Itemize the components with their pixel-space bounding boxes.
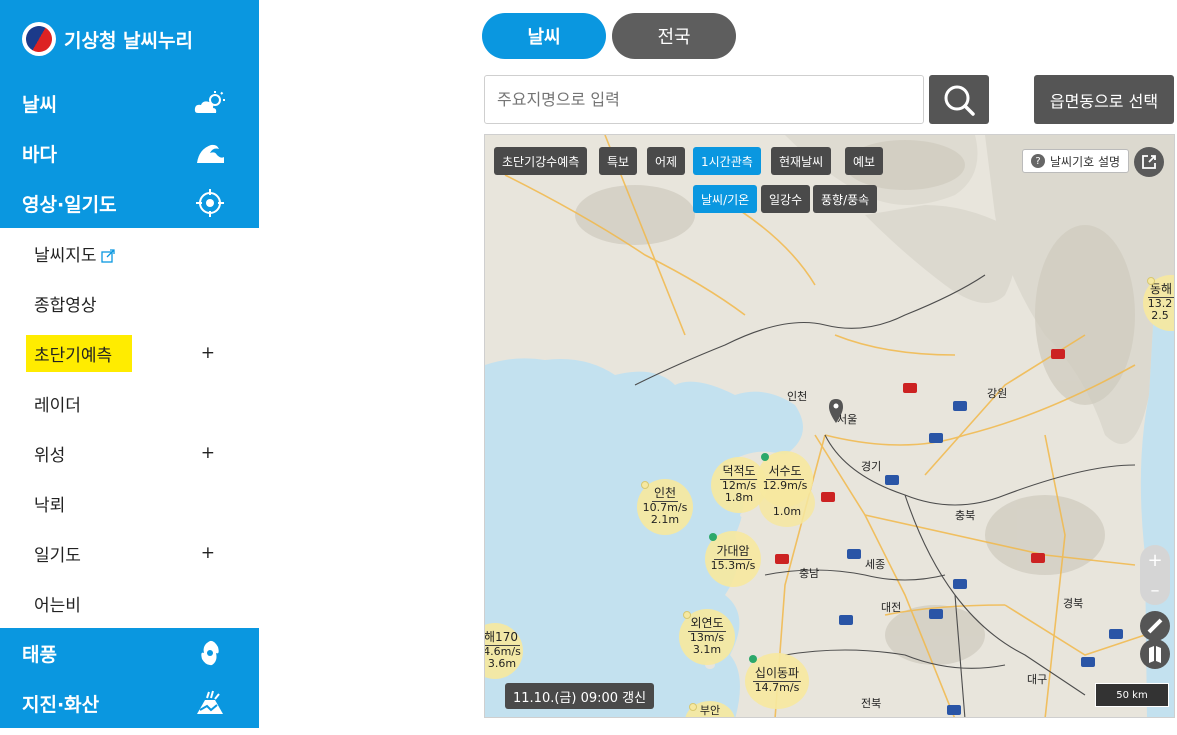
chip-hourly-obs[interactable]: 1시간관측 (693, 147, 761, 175)
submenu-composite-image[interactable]: 종합영상 (0, 278, 259, 328)
menu-imagery-label: 영상·일기도 (22, 193, 117, 216)
legend-button-label: 날씨기호 설명 (1050, 154, 1121, 169)
station-marker[interactable]: 십이동파 14.7m/s (745, 653, 809, 709)
station-marker[interactable]: 외연도 13m/s 3.1m (679, 609, 735, 665)
chip-weather-temp[interactable]: 날씨/기온 (693, 185, 758, 213)
sidebar: 기상청 날씨누리 날씨 바다 영상·일기도 날씨지도 종합영상 초단기예측 + … (0, 0, 259, 735)
place-label: 경기 (861, 460, 882, 473)
chip-nowcast-precip[interactable]: 초단기강수예측 (494, 147, 588, 175)
tab-national[interactable]: 전국 (612, 13, 736, 59)
submenu-freezing-rain[interactable]: 어는비 (0, 578, 259, 628)
place-label: 강원 (987, 387, 1008, 400)
zoom-control: + – (1140, 545, 1170, 605)
satellite-target-icon (193, 188, 227, 218)
place-label: 충남 (799, 567, 820, 580)
zoom-out-button[interactable]: – (1151, 580, 1160, 601)
legend-button[interactable]: ? 날씨기호 설명 (1022, 149, 1130, 173)
station-marker[interactable]: 가대암 15.3m/s (705, 531, 761, 587)
submenu-satellite[interactable]: 위성 + (0, 428, 259, 478)
map-layer-button[interactable] (1140, 639, 1170, 669)
submenu-radar-label: 레이더 (34, 395, 81, 416)
menu-earthquake-volcano[interactable]: 지진·화산 (0, 678, 259, 728)
site-title: 기상청 날씨누리 (64, 29, 193, 52)
weather-map[interactable]: 인천 서울 경기 충북 강원 충남 세종 대전 경북 전북 대구 인천 10.7… (484, 134, 1175, 718)
menu-sea-label: 바다 (22, 143, 57, 166)
menu-sea[interactable]: 바다 (0, 128, 259, 178)
site-logo[interactable]: 기상청 날씨누리 (0, 0, 259, 78)
place-label: 전북 (861, 697, 882, 710)
submenu-weather-chart-label: 일기도 (34, 545, 81, 566)
menu-imagery[interactable]: 영상·일기도 (0, 178, 259, 228)
station-marker[interactable]: 서수도 12.9m/s (757, 451, 813, 507)
menu-earthquake-volcano-label: 지진·화산 (22, 693, 100, 716)
submenu-satellite-label: 위성 (34, 445, 66, 466)
place-label: 충북 (955, 509, 976, 522)
submenu-imagery: 날씨지도 종합영상 초단기예측 + 레이더 위성 + 낙뢰 일기도 + 어는비 (0, 228, 259, 628)
chip-forecast[interactable]: 예보 (845, 147, 884, 175)
typhoon-icon (193, 638, 227, 668)
expand-icon[interactable]: + (201, 543, 215, 563)
kma-emblem-icon (22, 22, 56, 56)
submenu-nowcast[interactable]: 초단기예측 + (0, 328, 259, 378)
search-input[interactable] (484, 75, 924, 124)
submenu-lightning-label: 낙뢰 (34, 495, 66, 516)
region-select-button[interactable]: 읍면동으로 선택 (1034, 75, 1174, 124)
partly-sunny-icon (193, 88, 227, 118)
place-label: 세종 (865, 558, 886, 571)
place-label: 대전 (881, 601, 902, 614)
menu-typhoon-label: 태풍 (22, 643, 57, 666)
external-link-icon (100, 248, 115, 263)
place-label: 인천 (787, 390, 808, 403)
chip-yesterday[interactable]: 어제 (647, 147, 686, 175)
ruler-icon (1147, 618, 1163, 634)
external-link-icon (1142, 155, 1156, 169)
wave-icon (193, 138, 227, 168)
help-icon: ? (1031, 154, 1045, 168)
chip-daily-precip[interactable]: 일강수 (761, 185, 811, 213)
map-icon (1149, 646, 1161, 663)
submenu-freezing-rain-label: 어는비 (34, 595, 81, 616)
submenu-lightning[interactable]: 낙뢰 (0, 478, 259, 528)
search-button[interactable] (929, 75, 989, 124)
volcano-icon (193, 688, 227, 718)
zoom-in-button[interactable]: + (1147, 550, 1162, 571)
submenu-weather-map-label: 날씨지도 (34, 245, 97, 266)
chip-wind[interactable]: 풍향/풍속 (813, 185, 878, 213)
tab-weather[interactable]: 날씨 (482, 13, 606, 59)
submenu-weather-map[interactable]: 날씨지도 (0, 228, 259, 278)
station-marker[interactable]: 인천 10.7m/s 2.1m (637, 479, 693, 535)
submenu-nowcast-label: 초단기예측 (26, 334, 133, 372)
chip-warnings[interactable]: 특보 (599, 147, 638, 175)
update-timestamp: 11.10.(금) 09:00 갱신 (505, 683, 655, 709)
scale-bar: 50 km (1095, 683, 1169, 707)
submenu-radar[interactable]: 레이더 (0, 378, 259, 428)
menu-weather[interactable]: 날씨 (0, 78, 259, 128)
search-icon (944, 85, 975, 116)
place-label: 경북 (1063, 597, 1084, 610)
place-label: 대구 (1027, 673, 1048, 686)
open-external-button[interactable] (1134, 147, 1164, 177)
menu-typhoon[interactable]: 태풍 (0, 628, 259, 678)
map-base (485, 135, 1174, 717)
submenu-composite-image-label: 종합영상 (34, 295, 97, 316)
menu-weather-label: 날씨 (22, 93, 57, 116)
submenu-weather-chart[interactable]: 일기도 + (0, 528, 259, 578)
chip-current-weather[interactable]: 현재날씨 (771, 147, 832, 175)
place-label: 서울 (837, 413, 858, 426)
expand-icon[interactable]: + (201, 443, 215, 463)
expand-icon[interactable]: + (201, 343, 215, 363)
ruler-button[interactable] (1140, 611, 1170, 641)
